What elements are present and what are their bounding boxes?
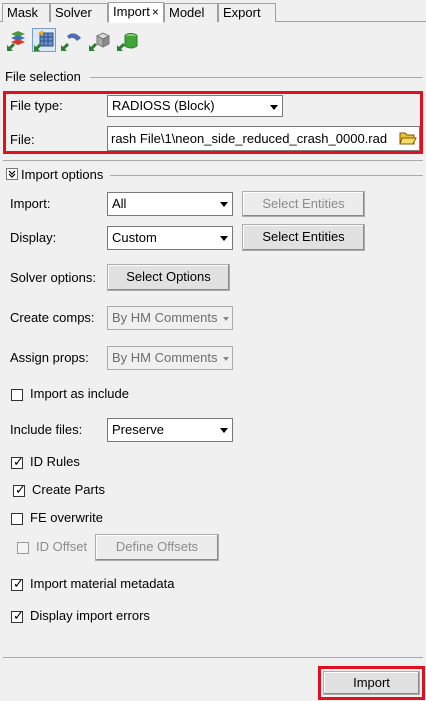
import-as-include-label: Import as include [30,386,129,401]
chevron-down-icon [270,105,278,110]
import-value: All [112,196,127,211]
tab-import[interactable]: Import × [108,2,164,23]
display-import-errors-label: Display import errors [30,608,150,623]
import-geometry-icon[interactable] [32,28,56,52]
chevron-down-icon [223,317,229,321]
file-type-dropdown[interactable]: RADIOSS (Block) [107,95,283,117]
select-options-button[interactable]: Select Options [107,264,230,291]
fe-overwrite-label: FE overwrite [30,510,103,525]
select-entities-button-disabled: Select Entities [242,191,365,217]
chevron-down-icon [220,428,228,433]
include-files-dropdown[interactable]: Preserve [107,418,233,442]
checkmark-icon: ✓ [13,576,24,591]
file-path-value: rash File\1\neon_side_reduced_crash_0000… [111,131,388,146]
tab-model[interactable]: Model [164,3,218,22]
display-label: Display: [10,230,57,245]
collapse-icon[interactable] [6,168,18,180]
create-parts-label: Create Parts [32,482,105,497]
display-value: Custom [112,230,157,245]
checkmark-icon: ✓ [15,482,26,497]
open-folder-icon[interactable] [399,130,417,146]
chevron-down-icon [220,236,228,241]
tab-label: Mask [7,5,39,20]
import-material-metadata-checkbox[interactable]: ✓ [11,576,24,591]
close-tab-icon[interactable]: × [152,5,159,19]
import-model-icon[interactable] [6,28,30,52]
chevron-down-icon [223,357,229,361]
file-type-value: RADIOSS (Block) [112,98,215,113]
solver-options-label: Solver options: [10,270,96,285]
assign-props-value: By HM Comments [112,350,218,365]
include-files-value: Preserve [112,422,165,437]
create-comps-label: Create comps: [10,310,95,325]
id-rules-label: ID Rules [30,454,80,469]
import-button[interactable]: Import [323,671,420,695]
assign-props-label: Assign props: [10,350,89,365]
display-import-errors-checkbox[interactable]: ✓ [11,608,24,623]
chevron-down-icon [220,202,228,207]
file-label: File: [10,132,35,147]
create-comps-value: By HM Comments [112,310,218,325]
import-solver-deck-icon[interactable] [60,28,84,52]
import-options-header: Import options [21,167,104,182]
tab-label: Model [169,5,205,20]
id-offset-checkbox [17,542,29,554]
tab-solver[interactable]: Solver [50,3,108,22]
section-divider [90,77,423,78]
select-entities-button[interactable]: Select Entities [242,224,365,251]
checkmark-icon: ✓ [13,454,24,469]
import-connectors-icon[interactable] [116,28,140,52]
fe-overwrite-checkbox[interactable] [11,513,23,525]
assign-props-dropdown: By HM Comments [107,346,233,370]
import-fe-overlay-icon[interactable] [88,28,112,52]
create-comps-dropdown: By HM Comments [107,306,233,330]
section-divider [3,160,423,161]
import-dropdown[interactable]: All [107,192,233,216]
include-files-label: Include files: [10,422,83,437]
footer-divider [3,657,423,658]
import-as-include-checkbox[interactable] [11,389,23,401]
tab-mask[interactable]: Mask [2,3,50,22]
display-dropdown[interactable]: Custom [107,226,233,250]
tab-label: Solver [55,5,92,20]
checkmark-icon: ✓ [13,608,24,623]
file-type-label: File type: [10,98,63,113]
file-path-input[interactable]: rash File\1\neon_side_reduced_crash_0000… [107,126,420,151]
import-material-metadata-label: Import material metadata [30,576,175,591]
file-selection-header: File selection [5,69,81,84]
id-offset-label: ID Offset [36,539,88,554]
tab-export[interactable]: Export [218,3,276,22]
define-offsets-button: Define Offsets [95,534,219,561]
tab-label: Import [113,4,150,19]
import-label: Import: [10,196,51,211]
tab-label: Export [223,5,261,20]
create-parts-checkbox[interactable]: ✓ [13,482,26,497]
id-rules-checkbox[interactable]: ✓ [11,454,24,469]
section-divider [110,175,423,176]
